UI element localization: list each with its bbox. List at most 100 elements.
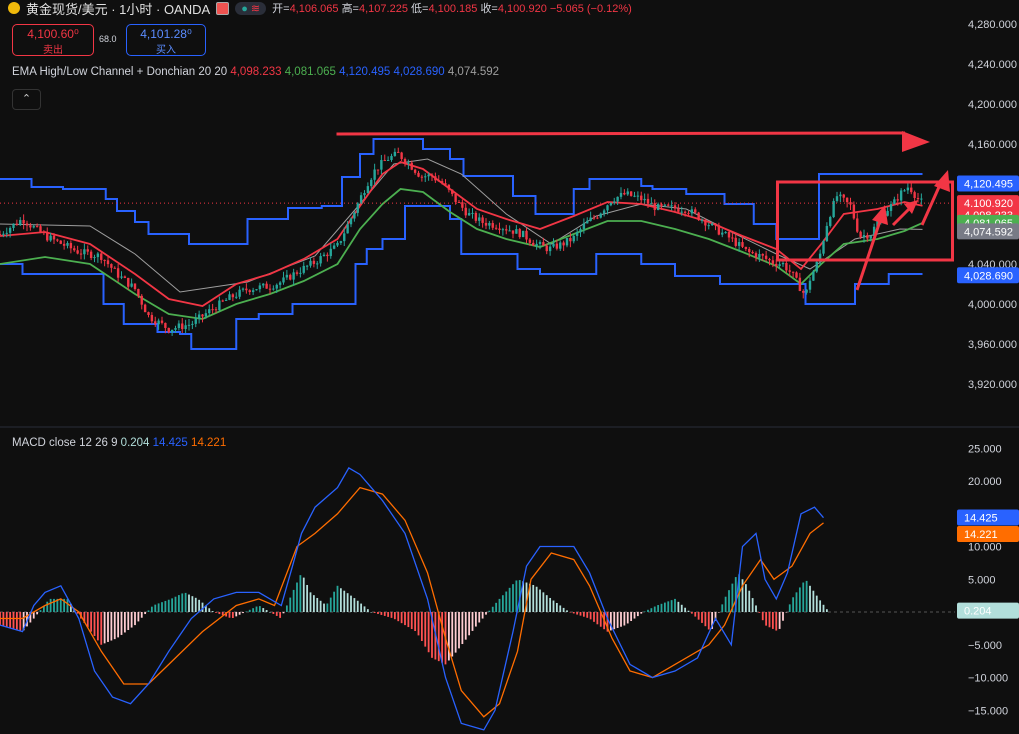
macd-histogram-bar — [86, 612, 89, 628]
price-badge-text: 4,120.495 — [964, 179, 1013, 191]
candle-body — [447, 184, 451, 190]
candle-body — [761, 253, 764, 256]
indicator-macd-legend[interactable]: MACD close 12 26 9 0.204 14.425 14.221 — [12, 437, 226, 449]
candle-body — [140, 295, 143, 305]
macd-histogram-bar — [343, 590, 346, 612]
macd-histogram-bar — [390, 612, 393, 618]
macd-histogram-bar — [414, 612, 417, 631]
candle-body — [69, 243, 73, 249]
indicator-ema-legend[interactable]: EMA High/Low Channel + Donchian 20 20 4,… — [12, 66, 499, 78]
macd-histogram-bar — [437, 612, 440, 662]
candle-body — [434, 176, 437, 181]
candle-body — [214, 309, 218, 311]
macd-histogram-bar — [620, 612, 622, 627]
sell-button[interactable]: 4,100.60⁰ 卖出 — [12, 24, 94, 56]
candle-body — [113, 267, 116, 269]
macd-histogram-bar — [579, 612, 582, 616]
candle-body — [427, 174, 430, 177]
candle-body — [886, 210, 889, 216]
candle-body — [46, 232, 49, 241]
macd-histogram-bar — [137, 612, 140, 622]
collapse-legend-button[interactable]: ⌃ — [12, 89, 41, 110]
candle-body — [316, 263, 319, 265]
candle-body — [508, 230, 511, 232]
candle-body — [66, 243, 69, 246]
candle-body — [464, 207, 467, 216]
candle-body — [572, 235, 575, 242]
candle-body — [430, 174, 434, 177]
macd-histogram-bar — [785, 612, 788, 613]
macd-histogram-bar — [788, 604, 791, 612]
macd-histogram-bar — [383, 612, 386, 616]
macd-histogram-bar — [319, 600, 322, 612]
candle-body — [518, 229, 521, 238]
alert-box-icon[interactable] — [216, 1, 230, 15]
candle-body — [707, 225, 710, 227]
candle-body — [893, 199, 896, 205]
macd-histogram-bar — [474, 612, 477, 627]
candle-body — [275, 284, 278, 289]
candle-body — [25, 223, 29, 226]
macd-histogram-bar — [90, 612, 93, 632]
buy-button[interactable]: 4,101.28⁰ 买入 — [126, 24, 206, 56]
macd-histogram-bar — [825, 609, 828, 612]
macd-histogram-bar — [545, 595, 548, 612]
macd-histogram-bar — [269, 612, 271, 613]
candle-body — [582, 223, 586, 230]
candle-body — [42, 232, 46, 234]
macd-histogram-bar — [707, 612, 710, 630]
candle-body — [640, 195, 643, 201]
macd-histogram-bar — [346, 593, 349, 612]
candle-body — [110, 264, 113, 268]
macd-histogram-bar — [630, 612, 633, 622]
symbol-title[interactable]: 黄金现货/美元 · 1小时 · OANDA — [26, 0, 210, 18]
candle-body — [32, 226, 35, 228]
annotation-rectangle — [776, 180, 954, 262]
candle-body — [673, 205, 677, 209]
candle-body — [0, 234, 2, 235]
macd-histogram-bar — [535, 586, 538, 612]
macd-histogram-bar — [501, 595, 504, 612]
candle-body — [555, 243, 559, 249]
candle-body — [569, 238, 572, 242]
macd-histogram-bar — [150, 606, 153, 612]
macd-histogram-bar — [366, 609, 369, 612]
status-pill[interactable]: ● ≋ — [235, 1, 267, 15]
macd-histogram-bar — [782, 612, 784, 621]
candle-body — [859, 231, 862, 237]
macd-histogram-bar — [792, 597, 795, 612]
macd-histogram-bar — [687, 610, 690, 612]
macd-histogram-bar — [555, 602, 558, 612]
macd-histogram-bar — [363, 606, 366, 612]
macd-histogram-bar — [312, 595, 315, 612]
macd-histogram-bar — [420, 612, 423, 642]
candle-body — [575, 232, 579, 236]
candle-body — [262, 283, 265, 286]
chart-canvas[interactable]: 4,280.000 4,240.000 4,200.000 4,160.000 4,12… — [0, 0, 1019, 734]
macd-histogram-bar — [657, 605, 660, 612]
candle-body — [154, 321, 157, 325]
candle-body — [116, 268, 120, 278]
candle-body — [869, 236, 872, 239]
candle-body — [272, 288, 275, 290]
candle-body — [282, 277, 285, 283]
candle-body — [397, 151, 400, 153]
candle-body — [123, 276, 127, 278]
macd-histogram-bar — [704, 612, 707, 627]
macd-histogram-bar — [164, 600, 167, 612]
candle-body — [191, 323, 194, 325]
candle-body — [734, 237, 737, 246]
macd-histogram-bar — [350, 595, 352, 612]
candle-body — [748, 249, 751, 253]
macd-histogram-bar — [407, 612, 410, 628]
candle-body — [359, 195, 363, 204]
macd-histogram-bar — [812, 590, 815, 612]
candle-body — [805, 289, 808, 293]
candle-body — [849, 202, 852, 205]
candle-body — [889, 204, 893, 211]
candle-body — [278, 282, 282, 285]
macd-tick-label: −15.000 — [968, 705, 1008, 717]
macd-histogram-bar — [771, 612, 774, 629]
macd-histogram-bar — [333, 591, 336, 612]
candle-body — [596, 217, 599, 219]
